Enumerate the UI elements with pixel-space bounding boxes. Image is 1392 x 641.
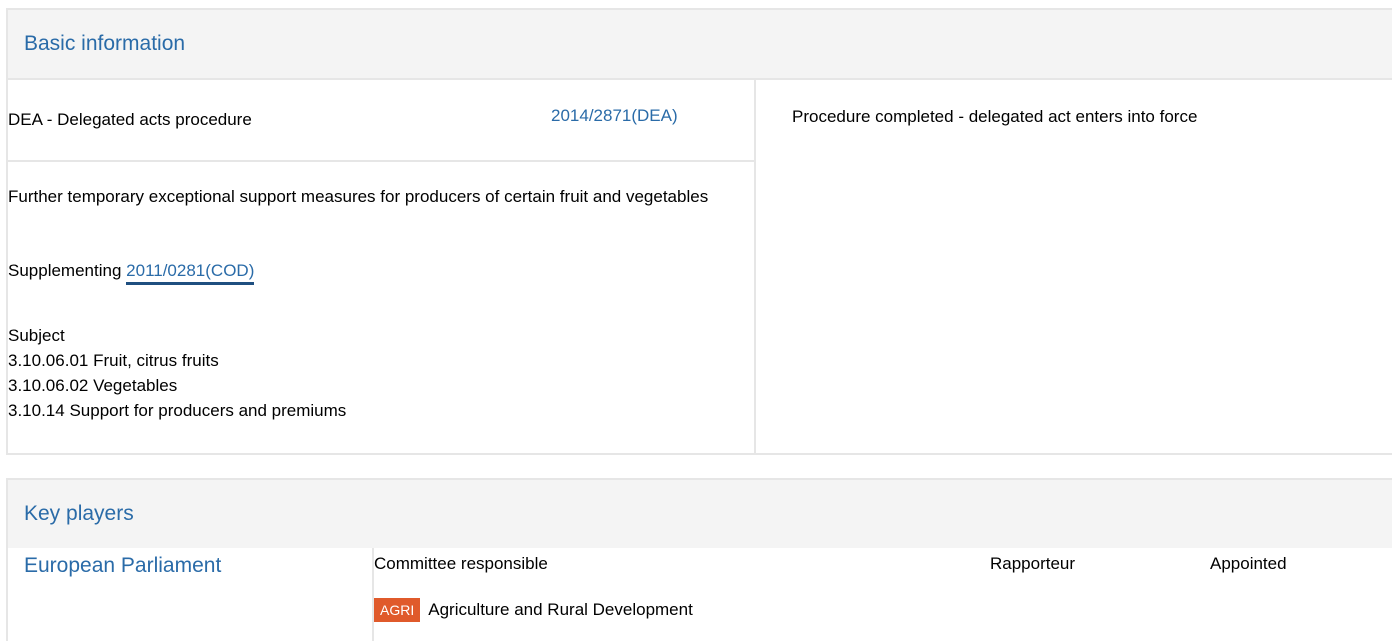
procedure-status: Procedure completed - delegated act ente…: [792, 107, 1198, 126]
procedure-reference-link[interactable]: 2014/2871(DEA): [551, 106, 678, 126]
committee-column-header: Committee responsible: [374, 554, 548, 573]
key-players-heading: Key players: [24, 502, 134, 525]
procedure-details-column: DEA - Delegated acts procedure 2014/2871…: [8, 80, 756, 453]
rapporteur-column-header: Rapporteur: [990, 554, 1076, 573]
procedure-type: DEA - Delegated acts procedure: [8, 110, 252, 129]
committee-name: Agriculture and Rural Development: [428, 600, 693, 619]
basic-information-header: Basic information: [8, 10, 1392, 80]
key-players-header: Key players: [8, 480, 1392, 548]
subject-item: 3.10.06.02 Vegetables: [8, 376, 178, 395]
procedure-title-block: Further temporary exceptional support me…: [8, 184, 738, 210]
committee-table: Committee responsible Rapporteur Appoint…: [372, 548, 1392, 641]
committee-code-badge[interactable]: AGRI: [374, 598, 421, 622]
procedure-type-row: DEA - Delegated acts procedure 2014/2871…: [8, 80, 754, 162]
basic-information-heading: Basic information: [24, 32, 186, 55]
institution-link[interactable]: European Parliament: [24, 554, 221, 578]
subject-item: 3.10.06.01 Fruit, citrus fruits: [8, 351, 219, 370]
subject-item: 3.10.14 Support for producers and premiu…: [8, 401, 347, 420]
appointed-column-header: Appointed: [1210, 554, 1287, 573]
basic-information-body: DEA - Delegated acts procedure 2014/2871…: [8, 80, 1392, 453]
key-players-body: European Parliament Committee responsibl…: [8, 548, 1392, 641]
procedure-title: Further temporary exceptional support me…: [8, 187, 709, 206]
procedure-status-column: Procedure completed - delegated act ente…: [758, 80, 1392, 453]
subject-label: Subject: [8, 326, 65, 345]
committee-row: AGRI Agriculture and Rural Development: [374, 598, 693, 622]
basic-information-panel: Basic information DEA - Delegated acts p…: [6, 8, 1392, 455]
key-players-panel: Key players European Parliament Committe…: [6, 478, 1392, 641]
subject-block: Subject 3.10.06.01 Fruit, citrus fruits …: [8, 323, 346, 423]
supplementing-reference-link[interactable]: 2011/0281(COD): [126, 261, 255, 285]
supplementing-label: Supplementing: [8, 261, 122, 280]
institution-column: European Parliament: [8, 548, 372, 641]
supplementing-row: Supplementing 2011/0281(COD): [8, 261, 255, 285]
